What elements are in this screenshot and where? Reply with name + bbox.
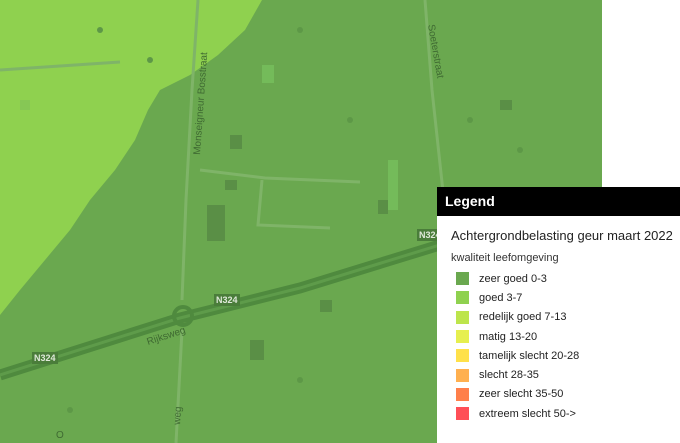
- svg-text:N324: N324: [216, 295, 238, 305]
- legend-panel: Legend Achtergrondbelasting geur maart 2…: [437, 187, 680, 443]
- legend-swatch: [456, 387, 469, 401]
- legend-item-label: extreem slecht 50->: [479, 407, 576, 420]
- road-label-o: O: [56, 430, 64, 441]
- legend-header: Legend: [437, 187, 680, 216]
- legend-item: tamelijk slecht 20-28: [456, 346, 680, 365]
- legend-swatch: [456, 349, 469, 363]
- legend-swatch: [456, 407, 469, 421]
- svg-text:N324: N324: [34, 353, 56, 363]
- legend-item-label: redelijk goed 7-13: [479, 311, 567, 324]
- legend-item: goed 3-7: [456, 288, 680, 307]
- legend-item-label: tamelijk slecht 20-28: [479, 349, 580, 362]
- legend-item-label: slecht 28-35: [479, 369, 539, 382]
- legend-title: Achtergrondbelasting geur maart 2022: [451, 228, 673, 243]
- legend-item-label: matig 13-20: [479, 330, 538, 343]
- shield-n324-1: N324: [32, 352, 58, 364]
- legend-subtitle: kwaliteit leefomgeving: [451, 252, 559, 264]
- legend-item-label: zeer goed 0-3: [479, 272, 547, 285]
- legend-swatch: [456, 272, 469, 286]
- shield-n324-2: N324: [214, 294, 240, 306]
- legend-item-label: zeer slecht 35-50: [479, 388, 564, 401]
- legend-item: extreem slecht 50->: [456, 404, 680, 423]
- legend-item: zeer goed 0-3: [456, 269, 680, 288]
- legend-item: zeer slecht 35-50: [456, 385, 680, 404]
- legend-item-label: goed 3-7: [479, 291, 523, 304]
- legend-item: redelijk goed 7-13: [456, 308, 680, 327]
- legend-swatch: [456, 291, 469, 305]
- legend-item: slecht 28-35: [456, 365, 680, 384]
- legend-swatch: [456, 368, 469, 382]
- legend-swatch: [456, 310, 469, 324]
- legend-items: zeer goed 0-3 goed 3-7 redelijk goed 7-1…: [437, 269, 680, 423]
- legend-item: matig 13-20: [456, 327, 680, 346]
- road-label-weg: weg: [172, 406, 184, 426]
- legend-swatch: [456, 330, 469, 344]
